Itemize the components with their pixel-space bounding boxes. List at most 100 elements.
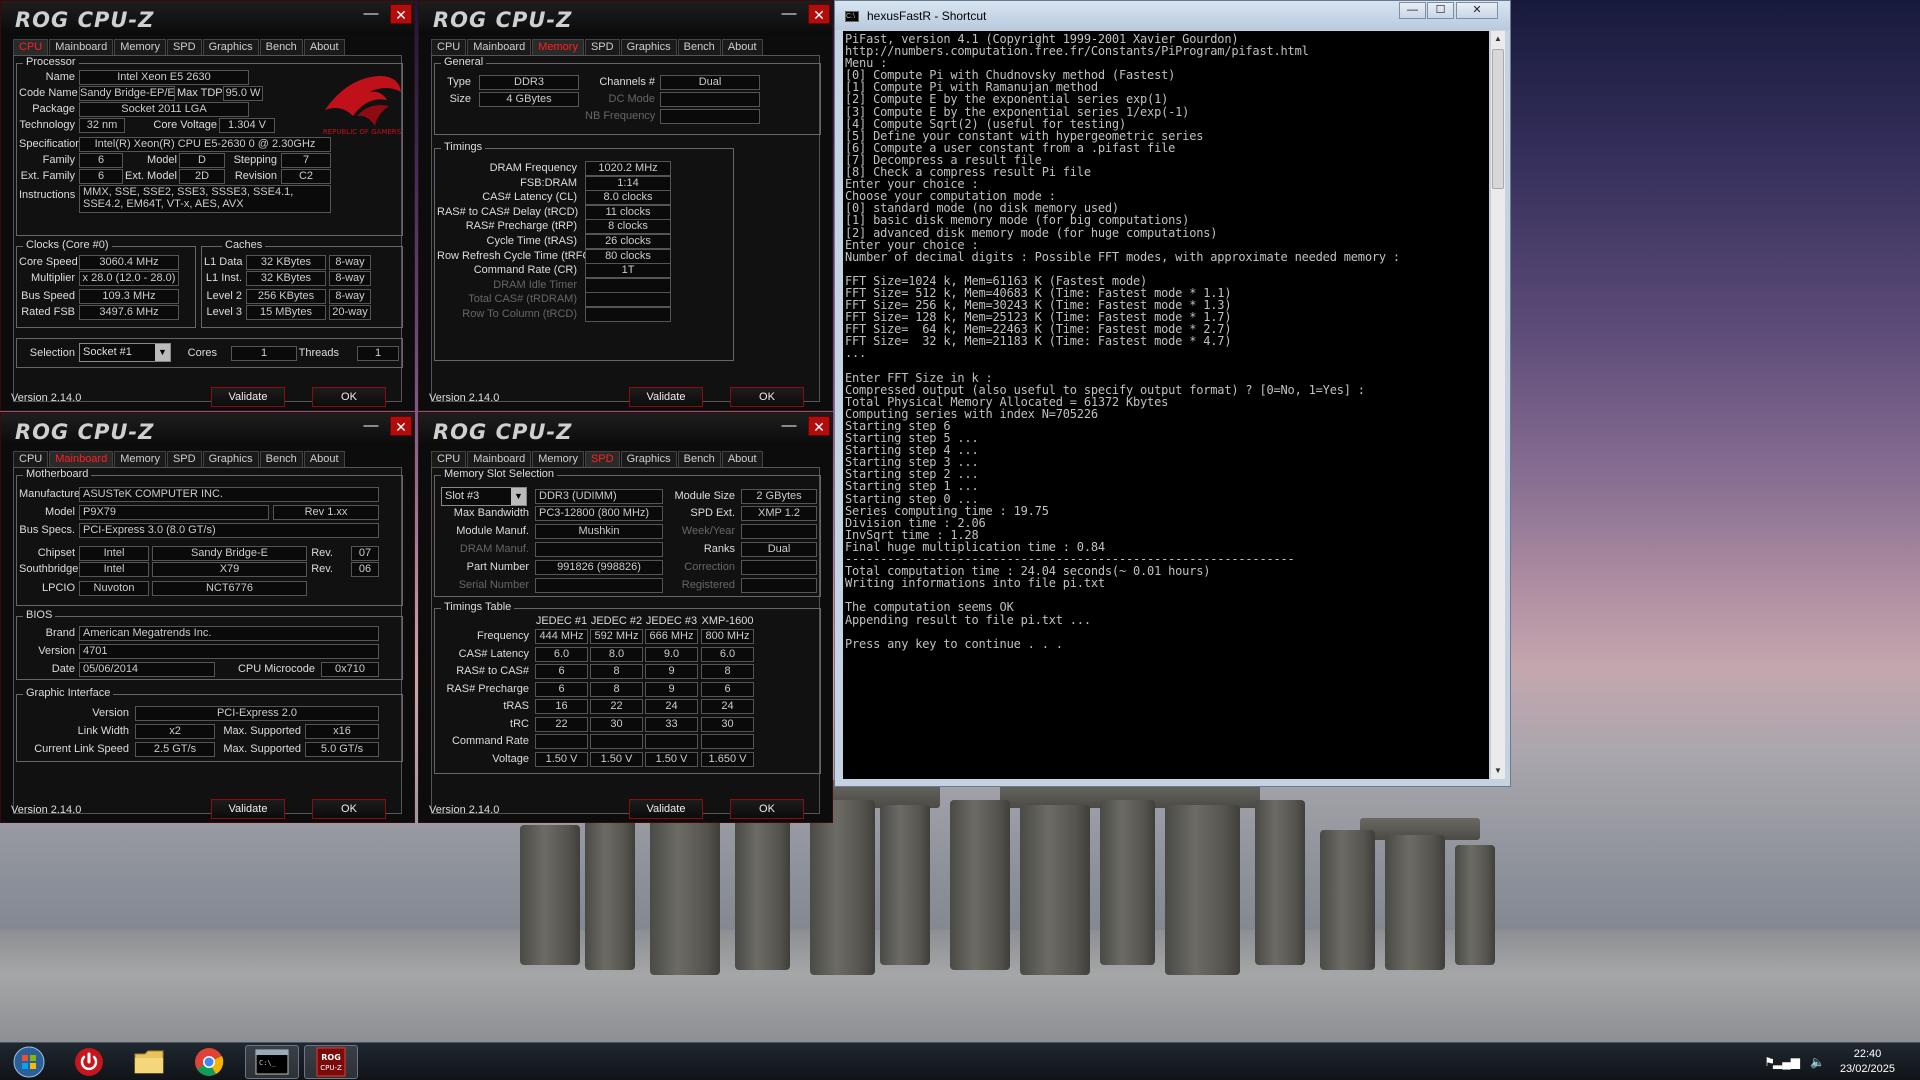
spd-cell: 24 <box>645 699 698 714</box>
validate-button[interactable]: Validate <box>211 799 285 819</box>
family-value: 6 <box>79 153 123 168</box>
scroll-down-icon[interactable]: ▼ <box>1491 763 1505 779</box>
minimize-button[interactable]: — <box>360 416 382 436</box>
tab-graphics[interactable]: Graphics <box>620 39 677 55</box>
cmd-close-button[interactable]: ✕ <box>1456 2 1498 19</box>
footer: Version 2.14.0 Validate OK <box>1 384 414 410</box>
tab-spd[interactable]: SPD <box>166 39 202 55</box>
nbfreq-value <box>660 109 760 124</box>
group-title: Processor <box>23 56 79 68</box>
socket-select[interactable]: Socket #1 ▼ <box>79 343 171 362</box>
minimize-button[interactable]: — <box>360 4 382 24</box>
motherboard-group: Motherboard Manufacturer ASUSTeK COMPUTE… <box>16 468 403 606</box>
ok-button[interactable]: OK <box>312 387 386 407</box>
tab-mainboard[interactable]: Mainboard <box>49 451 114 467</box>
l1data-value: 32 KBytes <box>246 255 326 270</box>
tab-spd[interactable]: SPD <box>584 39 620 55</box>
close-button[interactable]: ✕ <box>390 416 412 436</box>
network-icon[interactable]: ▂▄▆ <box>1773 1055 1800 1069</box>
tab-memory[interactable]: Memory <box>532 39 584 55</box>
taskbar-shutdown[interactable] <box>62 1045 116 1079</box>
corespeed-value: 3060.4 MHz <box>79 255 179 270</box>
spd-column-header: JEDEC #2 <box>590 615 643 627</box>
tab-memory[interactable]: Memory <box>532 451 584 467</box>
ok-button[interactable]: OK <box>730 799 804 819</box>
scroll-thumb[interactable] <box>1492 49 1504 189</box>
slot-select[interactable]: Slot #3 ▼ <box>441 487 527 506</box>
spd-panel: Memory Slot Selection Slot #3 ▼ DDR3 (UD… <box>431 467 821 814</box>
tab-cpu[interactable]: CPU <box>431 451 467 467</box>
cmd-minimize-button[interactable]: — <box>1399 2 1426 19</box>
tab-mainboard[interactable]: Mainboard <box>467 39 532 55</box>
tab-cpu[interactable]: CPU <box>13 451 49 467</box>
console-icon: C:\_ <box>255 1049 289 1075</box>
minimize-button[interactable]: — <box>778 416 800 436</box>
validate-button[interactable]: Validate <box>211 387 285 407</box>
tab-mainboard[interactable]: Mainboard <box>467 451 532 467</box>
timing-label: FSB:DRAM <box>520 176 577 189</box>
ok-button[interactable]: OK <box>730 387 804 407</box>
bios-date-value: 05/06/2014 <box>79 662 215 677</box>
console-line: Number of decimal digits : Possible FFT … <box>845 249 1400 264</box>
close-button[interactable]: ✕ <box>808 4 830 24</box>
taskbar-chrome[interactable] <box>182 1045 236 1079</box>
stone <box>1455 845 1495 965</box>
tab-bench[interactable]: Bench <box>259 39 303 55</box>
model-value: P9X79 <box>79 505 269 520</box>
tab-bar: CPU Mainboard Memory SPD Graphics Bench … <box>431 451 764 467</box>
taskbar-cpuz[interactable]: ROG CPU-Z <box>304 1045 358 1079</box>
tab-about[interactable]: About <box>303 39 345 55</box>
label: NB Frequency <box>585 110 656 122</box>
model-rev-value: Rev 1.xx <box>273 505 379 520</box>
tab-graphics[interactable]: Graphics <box>202 451 259 467</box>
tab-cpu[interactable]: CPU <box>431 39 467 55</box>
spd-row-label: RAS# Precharge <box>446 682 529 695</box>
bios-group: BIOS Brand American Megatrends Inc. Vers… <box>16 609 403 680</box>
tab-mainboard[interactable]: Mainboard <box>49 39 114 55</box>
ok-button[interactable]: OK <box>312 799 386 819</box>
tab-graphics[interactable]: Graphics <box>202 39 259 55</box>
tab-about[interactable]: About <box>721 451 763 467</box>
maxbandwidth-value: PC3-12800 (800 MHz) <box>535 506 663 521</box>
close-button[interactable]: ✕ <box>390 4 412 24</box>
clock-time: 22:40 <box>1853 1048 1882 1060</box>
tab-spd[interactable]: SPD <box>584 451 620 467</box>
clock[interactable]: 22:40 23/02/2025 <box>1840 1047 1895 1077</box>
tab-spd[interactable]: SPD <box>166 451 202 467</box>
label: Code Name <box>19 87 78 99</box>
tab-cpu[interactable]: CPU <box>13 39 49 55</box>
tab-bench[interactable]: Bench <box>259 451 303 467</box>
scrollbar[interactable]: ▲ ▼ <box>1490 31 1505 779</box>
tab-graphics[interactable]: Graphics <box>620 451 677 467</box>
spd-row-label: RAS# to CAS# <box>456 665 529 677</box>
taskbar-explorer[interactable] <box>122 1045 176 1079</box>
start-button[interactable] <box>2 1045 56 1079</box>
maxtdp-value: 95.0 W <box>223 86 263 101</box>
taskbar-cmd[interactable]: C:\_ <box>245 1045 299 1079</box>
timing-label: Command Rate (CR) <box>473 264 577 277</box>
console-output[interactable]: PiFast, version 4.1 (Copyright 1999-2001… <box>843 31 1489 779</box>
timing-value <box>585 307 671 322</box>
cpuz-window-mainboard: ROG CPU-Z — ✕ CPU Mainboard Memory SPD G… <box>0 412 415 823</box>
spd-cell: 1.650 V <box>701 751 754 767</box>
close-button[interactable]: ✕ <box>808 416 830 436</box>
validate-button[interactable]: Validate <box>629 799 703 819</box>
console-line: Compressed output (also useful to specif… <box>845 382 1365 397</box>
stone <box>1020 805 1090 975</box>
tab-bench[interactable]: Bench <box>677 39 721 55</box>
scroll-up-icon[interactable]: ▲ <box>1491 31 1505 47</box>
label: Southbridge <box>19 563 79 575</box>
tab-bench[interactable]: Bench <box>677 451 721 467</box>
minimize-button[interactable]: — <box>778 4 800 24</box>
tab-memory[interactable]: Memory <box>114 451 166 467</box>
timing-value: 26 clocks <box>585 234 671 249</box>
cmd-maximize-button[interactable]: ☐ <box>1427 2 1454 19</box>
multiplier-value: x 28.0 (12.0 - 28.0) <box>79 271 179 286</box>
tab-about[interactable]: About <box>721 39 763 55</box>
tab-about[interactable]: About <box>303 451 345 467</box>
tab-memory[interactable]: Memory <box>114 39 166 55</box>
stone <box>950 800 1010 970</box>
volume-icon[interactable]: 🔈 <box>1810 1055 1825 1069</box>
version-label: Version 2.14.0 <box>11 392 82 404</box>
validate-button[interactable]: Validate <box>629 387 703 407</box>
